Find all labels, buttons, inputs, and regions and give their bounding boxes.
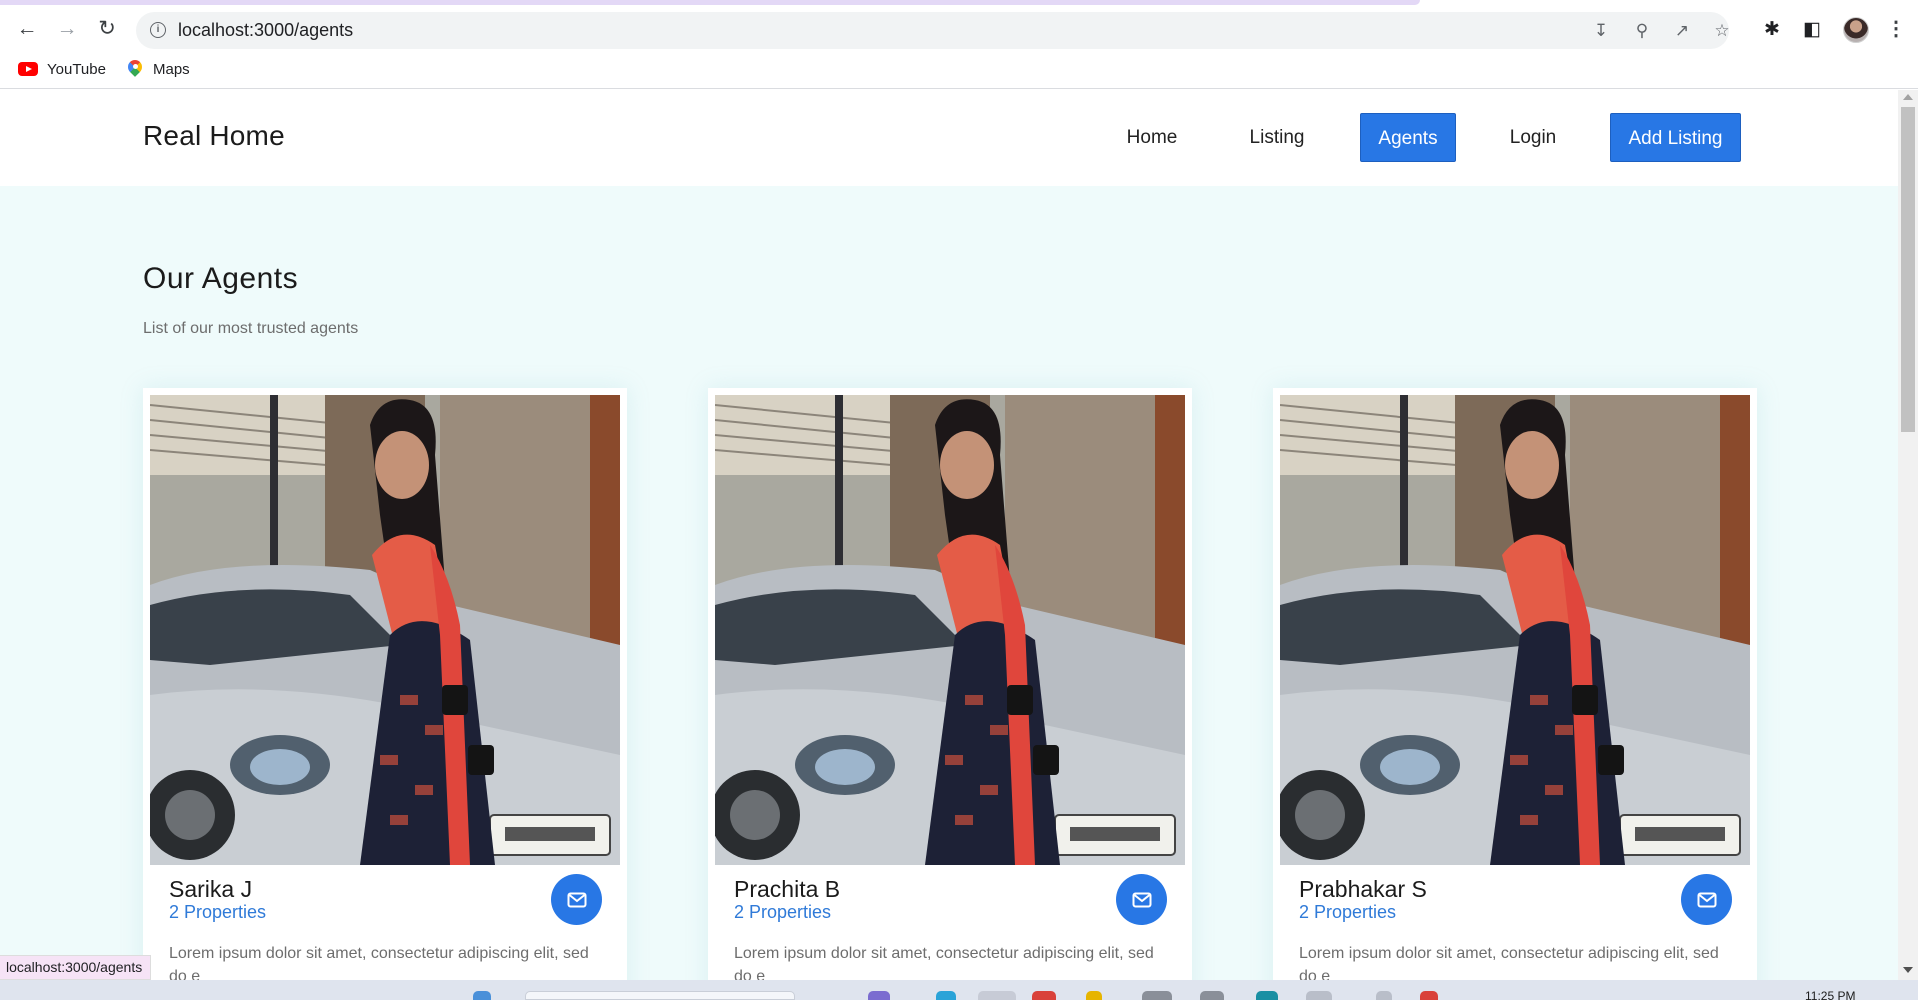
browser-menu-icon[interactable]: ⋮ <box>1886 17 1906 41</box>
agent-photo <box>150 395 620 865</box>
page-viewport: Real Home Home Listing Agents Login Add … <box>0 90 1898 980</box>
section-subtitle: List of our most trusted agents <box>143 320 359 337</box>
scrollbar-thumb[interactable] <box>1901 107 1915 432</box>
envelope-icon <box>1697 892 1717 908</box>
bookmark-maps[interactable]: Maps <box>128 57 190 81</box>
site-info-icon[interactable]: i <box>150 22 166 38</box>
email-agent-button[interactable] <box>551 874 602 925</box>
agent-name[interactable]: Prabhakar S <box>1299 876 1427 903</box>
taskbar-app-icon[interactable] <box>1032 991 1056 1000</box>
bookmark-youtube[interactable]: YouTube <box>18 57 106 81</box>
link-status-bubble: localhost:3000/agents <box>0 955 152 980</box>
bookmark-label: Maps <box>153 60 190 78</box>
agent-description: Lorem ipsum dolor sit amet, consectetur … <box>169 945 589 980</box>
email-agent-button[interactable] <box>1681 874 1732 925</box>
agent-properties-count[interactable]: 2 Properties <box>1299 902 1396 923</box>
agent-photo <box>1280 395 1750 865</box>
site-header: Real Home Home Listing Agents Login Add … <box>0 90 1898 186</box>
email-agent-button[interactable] <box>1116 874 1167 925</box>
browser-toolbar: ← → ↻ i localhost:3000/agents ↧ ⚲ ↗ ☆ ✱ … <box>0 5 1918 51</box>
agent-properties-count[interactable]: 2 Properties <box>734 902 831 923</box>
extensions-puzzle-icon[interactable]: ✱ <box>1761 19 1783 41</box>
bookmarks-bar: YouTube Maps <box>0 51 1918 89</box>
agent-description: Lorem ipsum dolor sit amet, consectetur … <box>1299 945 1719 980</box>
install-app-icon[interactable]: ↧ <box>1590 21 1612 41</box>
envelope-icon <box>1132 892 1152 908</box>
taskbar-app-icon[interactable] <box>936 991 956 1000</box>
agent-description: Lorem ipsum dolor sit amet, consectetur … <box>734 945 1154 980</box>
taskbar-app-icon[interactable] <box>1200 991 1224 1000</box>
share-icon[interactable]: ↗ <box>1671 21 1693 41</box>
bookmark-label: YouTube <box>47 60 106 78</box>
nav-agents[interactable]: Agents <box>1360 113 1456 162</box>
agent-name[interactable]: Prachita B <box>734 876 840 903</box>
address-bar-url[interactable]: localhost:3000/agents <box>178 12 353 49</box>
taskbar-app-icon[interactable] <box>1142 991 1172 1000</box>
agent-card[interactable]: Prabhakar S 2 Properties Lorem ipsum dol… <box>1273 388 1757 980</box>
address-bar[interactable]: i localhost:3000/agents ↧ ⚲ ↗ ☆ <box>136 12 1730 49</box>
forward-arrow-icon[interactable]: → <box>53 14 81 42</box>
agent-card[interactable]: Prachita B 2 Properties Lorem ipsum dolo… <box>708 388 1192 980</box>
taskbar-app-icon[interactable] <box>1306 991 1332 1000</box>
site-brand[interactable]: Real Home <box>143 120 285 152</box>
reload-icon[interactable]: ↻ <box>93 14 121 42</box>
nav-login[interactable]: Login <box>1498 113 1568 162</box>
add-listing-button[interactable]: Add Listing <box>1610 113 1741 162</box>
side-panel-icon[interactable]: ◧ <box>1801 19 1823 41</box>
bookmark-star-icon[interactable]: ☆ <box>1711 21 1733 41</box>
agent-name[interactable]: Sarika J <box>169 876 252 903</box>
agent-card[interactable]: Sarika J 2 Properties Lorem ipsum dolor … <box>143 388 627 980</box>
taskbar-app-icon[interactable] <box>978 991 1016 1000</box>
maps-icon <box>128 60 142 79</box>
taskbar-app-icon[interactable] <box>1420 991 1438 1000</box>
envelope-icon <box>567 892 587 908</box>
os-taskbar: 11:25 PM <box>0 980 1918 1000</box>
section-title: Our Agents <box>143 262 299 295</box>
scroll-down-arrow-icon[interactable] <box>1903 967 1913 973</box>
youtube-icon <box>18 62 38 76</box>
agent-photo <box>715 395 1185 865</box>
taskbar-clock: 11:25 PM <box>1805 989 1856 1000</box>
taskbar-app-icon[interactable] <box>1086 991 1102 1000</box>
taskbar-search-box[interactable] <box>525 991 795 1000</box>
taskbar-app-icon[interactable] <box>868 991 890 1000</box>
start-menu-icon[interactable] <box>473 991 491 1000</box>
page-scrollbar[interactable] <box>1898 90 1918 980</box>
nav-listing[interactable]: Listing <box>1236 113 1318 162</box>
profile-avatar[interactable] <box>1843 17 1869 43</box>
zoom-icon[interactable]: ⚲ <box>1631 21 1653 41</box>
nav-home[interactable]: Home <box>1112 113 1192 162</box>
back-arrow-icon[interactable]: ← <box>13 14 41 42</box>
taskbar-app-icon[interactable] <box>1256 991 1278 1000</box>
scroll-up-arrow-icon[interactable] <box>1903 94 1913 100</box>
agent-properties-count[interactable]: 2 Properties <box>169 902 266 923</box>
taskbar-app-icon[interactable] <box>1376 991 1392 1000</box>
